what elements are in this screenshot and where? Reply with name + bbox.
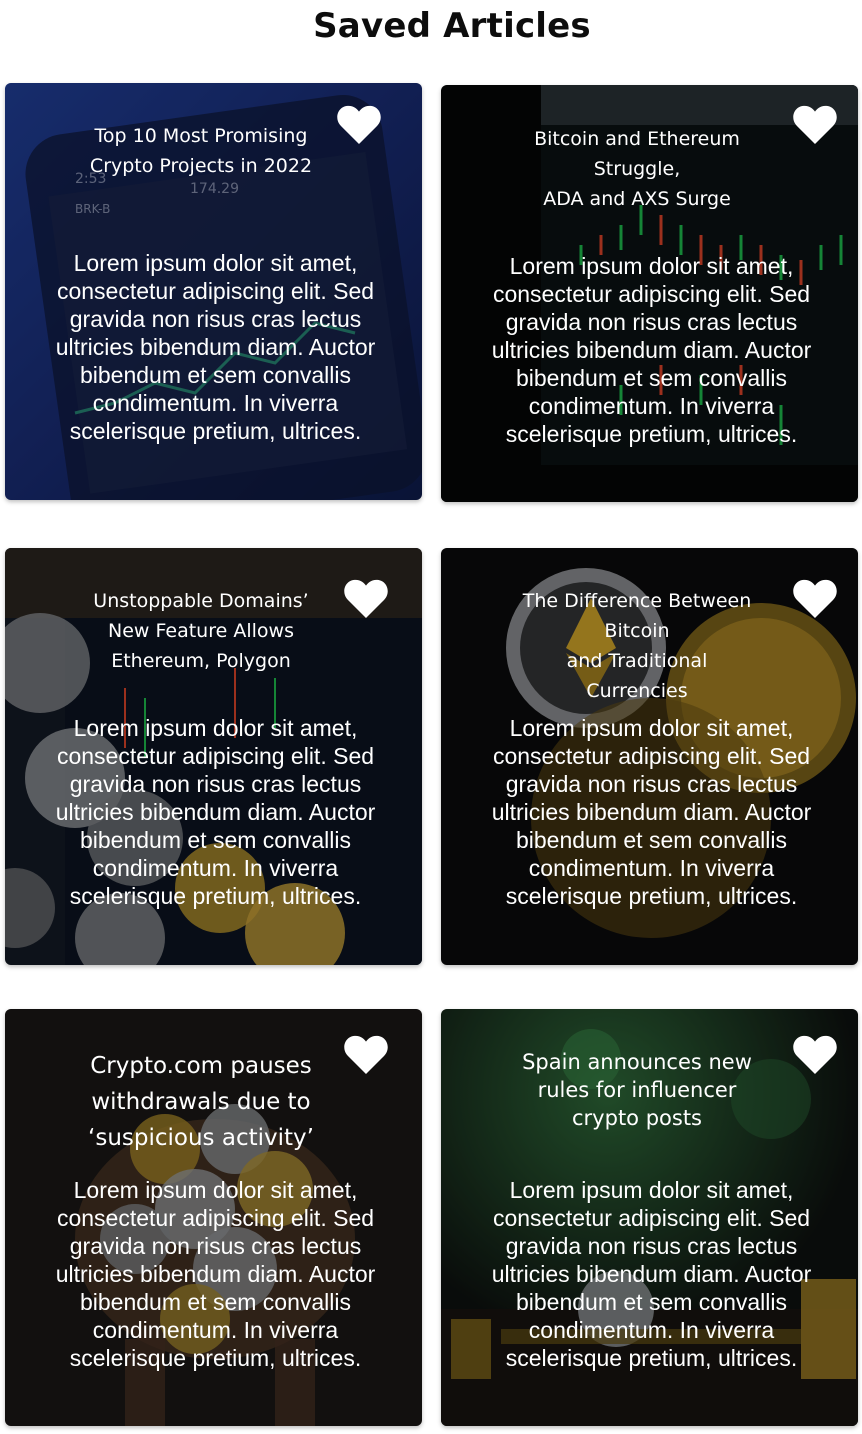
article-title: Unstoppable Domains’ New Feature Allows … xyxy=(93,590,309,672)
article-card[interactable]: 2:53 174.29 BRK-B Top 10 Most Promising … xyxy=(5,83,422,500)
article-body: Lorem ipsum dolor sit amet, consectetur … xyxy=(491,253,812,447)
article-body: Lorem ipsum dolor sit amet, consectetur … xyxy=(491,715,812,909)
article-title: The Difference Between Bitcoin and Tradi… xyxy=(522,590,752,702)
article-card[interactable]: Crypto.com pauses withdrawals due to ‘su… xyxy=(5,1009,422,1426)
article-title: Spain announces new rules for influencer… xyxy=(522,1050,752,1130)
article-card[interactable]: Unstoppable Domains’ New Feature Allows … xyxy=(5,548,422,965)
article-body: Lorem ipsum dolor sit amet, consectetur … xyxy=(55,1177,376,1371)
article-title: Top 10 Most Promising Crypto Projects in… xyxy=(89,125,313,177)
article-card[interactable]: Bitcoin and Ethereum Struggle, ADA and A… xyxy=(441,85,858,502)
page-title: Saved Articles xyxy=(313,6,591,46)
article-body: Lorem ipsum dolor sit amet, consectetur … xyxy=(55,250,376,444)
article-body: Lorem ipsum dolor sit amet, consectetur … xyxy=(491,1177,812,1371)
article-title: Bitcoin and Ethereum Struggle, ADA and A… xyxy=(534,128,740,210)
article-card[interactable]: The Difference Between Bitcoin and Tradi… xyxy=(441,548,858,965)
article-card[interactable]: Spain announces new rules for influencer… xyxy=(441,1009,858,1426)
article-body: Lorem ipsum dolor sit amet, consectetur … xyxy=(55,715,376,909)
article-title: Crypto.com pauses withdrawals due to ‘su… xyxy=(88,1053,314,1151)
